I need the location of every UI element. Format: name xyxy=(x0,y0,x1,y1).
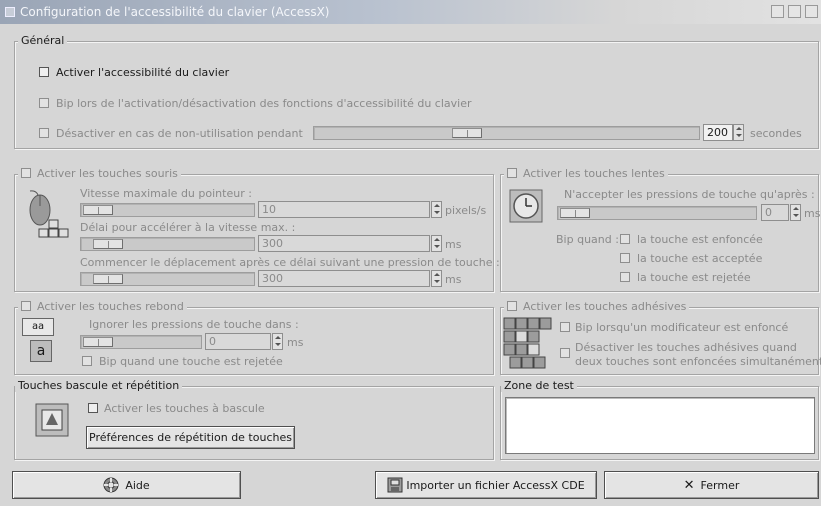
slow-pressed-checkbox[interactable] xyxy=(620,234,630,244)
move-delay-unit: ms xyxy=(445,273,462,286)
move-delay-spin-input[interactable]: 300 xyxy=(258,270,430,287)
timeout-slider-knob[interactable] xyxy=(452,128,482,138)
beep-when-label: Bip quand : xyxy=(556,233,619,246)
key-bounce-icon: aa a xyxy=(22,318,68,364)
bounce-ignore-unit: ms xyxy=(287,336,304,349)
slow-rejected-checkbox[interactable] xyxy=(620,272,630,282)
max-speed-knob[interactable] xyxy=(83,205,113,215)
bounce-ignore-knob[interactable] xyxy=(83,337,113,347)
sticky-keys-label: Activer les touches adhésives xyxy=(523,300,687,313)
toggle-keys-checkbox[interactable] xyxy=(88,403,98,413)
accel-slider[interactable] xyxy=(80,237,255,251)
enable-accessx-checkbox[interactable] xyxy=(39,67,49,77)
close-window-button[interactable] xyxy=(805,5,818,18)
accel-spin-buttons[interactable] xyxy=(431,235,442,252)
max-speed-slider[interactable] xyxy=(80,203,255,217)
help-button[interactable]: Aide xyxy=(12,471,241,499)
max-speed-spin-input[interactable]: 10 xyxy=(258,201,430,218)
beep-toggle-checkbox[interactable] xyxy=(39,98,49,108)
slow-pressed-label: la touche est enfoncée xyxy=(637,233,763,246)
accel-spin-input[interactable]: 300 xyxy=(258,235,430,252)
repeat-preferences-button[interactable]: Préférences de répétition de touches xyxy=(86,426,295,449)
enable-accessx-label: Activer l'accessibilité du clavier xyxy=(56,66,230,79)
max-speed-label: Vitesse maximale du pointeur : xyxy=(80,187,252,200)
bounce-beep-checkbox[interactable] xyxy=(82,356,92,366)
close-button-label: Fermer xyxy=(700,478,740,492)
sticky-disable-label-2: deux touches sont enfoncées simultanémen… xyxy=(575,355,821,368)
window-menu-icon[interactable] xyxy=(5,7,15,17)
slow-accept-spin-buttons[interactable] xyxy=(790,204,801,221)
timeout-spin-input[interactable]: 200 xyxy=(703,124,733,141)
slow-accepted-label: la touche est acceptée xyxy=(637,252,763,265)
bounce-keys-checkbox[interactable] xyxy=(21,301,31,311)
bounce-keys-label: Activer les touches rebond xyxy=(37,300,184,313)
sticky-keys-legend-row: Activer les touches adhésives xyxy=(504,300,690,313)
accel-unit: ms xyxy=(445,238,462,251)
slow-rejected-label: la touche est rejetée xyxy=(637,271,751,284)
bounce-ignore-label: Ignorer les pressions de touche dans : xyxy=(89,318,299,331)
toggle-repeat-legend: Touches bascule et répétition xyxy=(15,379,183,392)
close-button[interactable]: ✕ Fermer xyxy=(604,471,819,499)
mouse-keys-label: Activer les touches souris xyxy=(37,167,178,180)
slow-accept-label: N'accepter les pressions de touche qu'ap… xyxy=(564,188,815,201)
bounce-beep-label: Bip quand une touche est rejetée xyxy=(99,355,283,368)
close-x-icon: ✕ xyxy=(683,477,695,493)
accel-knob[interactable] xyxy=(93,239,123,249)
move-delay-slider[interactable] xyxy=(80,272,255,286)
toggle-keys-label: Activer les touches à bascule xyxy=(104,402,265,415)
sticky-keys-checkbox[interactable] xyxy=(507,301,517,311)
slow-accept-spin-input[interactable]: 0 xyxy=(761,204,789,221)
beep-toggle-label: Bip lors de l'activation/désactivation d… xyxy=(56,97,472,110)
lifebuoy-icon xyxy=(103,477,119,493)
slow-keys-label: Activer les touches lentes xyxy=(523,167,665,180)
timeout-unit: secondes xyxy=(750,127,802,140)
mouse-keypad-icon xyxy=(29,190,69,238)
slow-accept-slider[interactable] xyxy=(557,206,757,220)
test-zone-input[interactable] xyxy=(505,397,815,454)
move-delay-label: Commencer le déplacement après ce délai … xyxy=(80,256,500,269)
import-accessx-button[interactable]: Importer un fichier AccessX CDE xyxy=(375,471,597,499)
bounce-ignore-spin-buttons[interactable] xyxy=(272,333,283,350)
disable-timeout-label: Désactiver en cas de non-utilisation pen… xyxy=(56,127,303,140)
slow-keys-checkbox[interactable] xyxy=(507,168,517,178)
import-button-label: Importer un fichier AccessX CDE xyxy=(406,478,585,492)
sticky-keys-icon xyxy=(503,317,552,369)
sticky-beep-checkbox[interactable] xyxy=(560,322,570,332)
sticky-beep-label: Bip lorsqu'un modificateur est enfoncé xyxy=(575,321,789,334)
bounce-icon-text-top: aa xyxy=(22,318,54,336)
general-legend: Général xyxy=(18,34,68,47)
max-speed-spin-buttons[interactable] xyxy=(431,201,442,218)
mouse-keys-checkbox[interactable] xyxy=(21,168,31,178)
help-button-label: Aide xyxy=(125,478,150,492)
max-speed-unit: pixels/s xyxy=(445,204,487,217)
slow-accepted-checkbox[interactable] xyxy=(620,253,630,263)
slow-accept-knob[interactable] xyxy=(560,208,590,218)
timeout-spin-buttons[interactable] xyxy=(733,124,744,141)
import-icon xyxy=(387,477,403,493)
bounce-ignore-spin-input[interactable]: 0 xyxy=(205,333,271,350)
bounce-ignore-slider[interactable] xyxy=(80,335,202,349)
maximize-button[interactable] xyxy=(788,5,801,18)
minimize-button[interactable] xyxy=(771,5,784,18)
toggle-key-icon xyxy=(35,403,69,437)
window-title: Configuration de l'accessibilité du clav… xyxy=(20,5,330,19)
sticky-disable-label-1: Désactiver les touches adhésives quand xyxy=(575,341,797,354)
slow-keys-legend-row: Activer les touches lentes xyxy=(504,167,668,180)
test-zone-legend: Zone de test xyxy=(501,379,577,392)
bounce-icon-text-bottom: a xyxy=(30,340,52,362)
mouse-keys-legend-row: Activer les touches souris xyxy=(18,167,181,180)
disable-timeout-checkbox[interactable] xyxy=(39,128,49,138)
title-bar[interactable]: Configuration de l'accessibilité du clav… xyxy=(0,0,821,24)
accel-label: Délai pour accélérer à la vitesse max. : xyxy=(80,221,296,234)
timeout-slider[interactable] xyxy=(313,126,700,140)
move-delay-knob[interactable] xyxy=(93,274,123,284)
slow-accept-unit: ms xyxy=(804,207,821,220)
clock-icon xyxy=(509,189,543,223)
sticky-disable-checkbox[interactable] xyxy=(560,348,570,358)
move-delay-spin-buttons[interactable] xyxy=(431,270,442,287)
bounce-keys-legend-row: Activer les touches rebond xyxy=(18,300,187,313)
